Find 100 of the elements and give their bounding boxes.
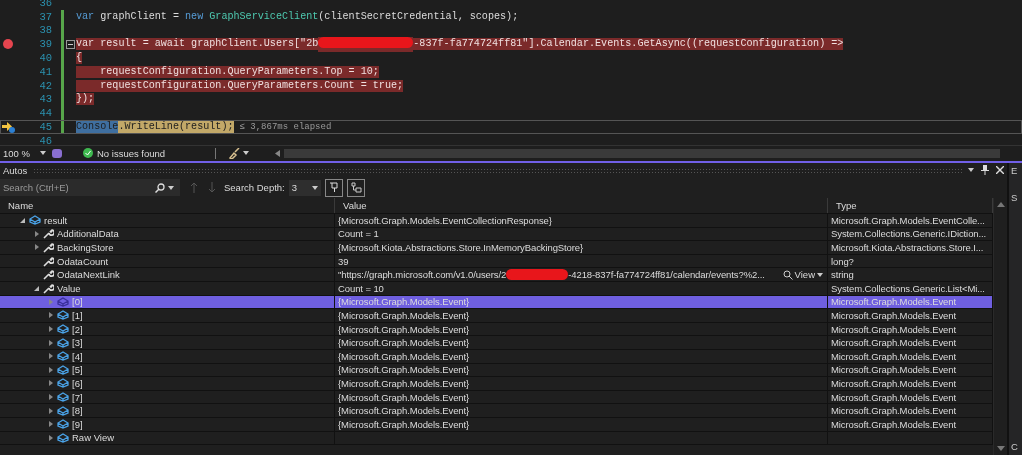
search-field[interactable]: Search (Ctrl+E) [3,182,152,193]
expand-arrow-icon[interactable] [48,380,54,387]
variable-name: [9] [72,418,83,430]
collapse-icon[interactable] [65,39,75,49]
expand-arrow-icon[interactable] [48,407,54,414]
depth-dropdown[interactable]: 3 [288,179,321,196]
issues-status[interactable]: No issues found [97,147,166,159]
value-cell: {Microsoft.Graph.Models.Event} [335,349,828,363]
wrench-icon [43,269,54,281]
caret-icon [40,151,46,155]
column-header[interactable]: Name [0,198,335,213]
scroll-left-icon[interactable] [275,149,281,157]
object-icon [29,215,41,226]
panel-label: C [1011,441,1019,452]
value-cell: {Microsoft.Graph.Models.Event} [335,390,828,404]
variable-name: [5] [72,364,83,376]
code-text: }); [76,93,95,106]
object-icon [57,419,69,430]
variable-name: AdditionalData [57,228,119,240]
redaction-mark [506,269,569,281]
code-text: requestConfiguration.QueryParameters.Count = true; [76,79,404,92]
variable-row[interactable]: [3] {Microsoft.Graph.Models.Event} Microsoft.Graph.Models.Event [0,336,993,350]
variable-row[interactable]: [8] {Microsoft.Graph.Models.Event} Microsoft.Graph.Models.Event [0,404,993,418]
variable-name: Raw View [72,432,115,444]
line-number: 43 [38,93,52,106]
line-number: 38 [38,24,52,37]
collapse-arrow-icon[interactable] [34,285,40,292]
pin-icon[interactable] [981,165,989,175]
expand-arrow-icon[interactable] [48,312,54,319]
object-icon [57,405,69,416]
scrollbar[interactable] [284,148,1000,158]
value-cell: Count = 1 [335,227,828,241]
variable-name: [2] [72,323,83,335]
line-number: 40 [38,52,52,65]
object-icon [57,378,69,389]
value-cell: {Microsoft.Graph.Models.Event} [335,309,828,322]
scrollbar[interactable] [993,198,1007,455]
caret-icon [168,185,174,190]
breakpoint-icon[interactable] [3,39,13,50]
value-cell: "https://graph.microsoft.com/v1.0/users/2 -4218-837f-fa774724ff81/calendar/events?%2... View [335,268,828,281]
expand-arrow-icon[interactable] [34,244,40,251]
object-icon [57,351,69,362]
line-number: 45 [38,121,52,134]
column-header[interactable]: Value [335,198,828,213]
code-text: (clientSecretCredential, scopes); [318,10,519,23]
code-text: { [76,52,83,65]
variable-row[interactable]: [6] {Microsoft.Graph.Models.Event} Microsoft.Graph.Models.Event [0,377,993,391]
variable-name: [3] [72,337,83,349]
value-cell: {Microsoft.Graph.Models.Event} [335,295,828,309]
variable-name: result [44,214,68,226]
value-cell: 39 [335,254,828,268]
search-icon[interactable] [155,182,165,193]
code-text: -837f-fa774724ff81"].Calendar.Events.GetAsync((requestConfiguration) => [413,38,844,51]
close-icon[interactable] [996,166,1004,174]
expand-arrow-icon[interactable] [48,353,54,360]
line-number: 41 [38,65,52,78]
zoom-level[interactable]: 100 % [0,147,40,159]
caret-icon [243,151,250,155]
expand-arrow-icon[interactable] [48,394,54,400]
code-text: var result = await graphClient.Users["2b [76,38,319,51]
variable-name: OdataCount [57,255,109,267]
value-cell: {Microsoft.Graph.Models.Event} [335,377,828,390]
variable-row[interactable]: BackingStore {Microsoft.Kiota.Abstractions.Store.InMemoryBackingStore} Microsoft.Kiota.Abstractions.Store.I... [0,241,993,255]
object-icon [57,432,69,443]
scroll-up-icon[interactable] [996,202,1005,207]
scroll-down-icon[interactable] [996,446,1005,451]
variable-name: BackingStore [57,242,114,253]
expand-arrow-icon[interactable] [48,366,54,373]
expand-arrow-icon[interactable] [48,421,54,428]
object-icon [57,324,69,335]
code-text: Console [76,121,119,134]
wrench-icon [43,282,54,294]
pin-icon [328,182,339,193]
variable-row[interactable]: OdataNextLink "https://graph.microsoft.com/v1.0/users/2 -4218-837f-fa774724ff81/calendar/events?%2... View string [0,268,993,282]
caret-icon [311,185,318,190]
brush-icon[interactable] [228,147,241,159]
expand-arrow-icon[interactable] [34,230,40,237]
search-icon [782,269,793,280]
code-text: .WriteLine(result); [118,121,234,134]
value-cell: {Microsoft.Graph.Models.EventCollectionResponse} [335,214,828,227]
pin-column-button[interactable] [324,178,343,197]
code-text: new [185,10,205,23]
search-box[interactable]: Search (Ctrl+E) [0,179,180,196]
expand-arrow-icon[interactable] [48,339,54,346]
value-cell: {Microsoft.Kiota.Abstractions.Store.InMemoryBackingStore} [335,241,828,254]
variable-row[interactable]: [1] {Microsoft.Graph.Models.Event} Microsoft.Graph.Models.Event [0,309,993,323]
expand-arrow-icon[interactable] [48,326,54,333]
variable-name: [7] [72,391,83,403]
wrench-icon [43,242,54,253]
object-icon [57,337,69,348]
tree-icon [349,182,362,193]
line-number: 42 [38,79,52,92]
object-icon [57,310,69,321]
expand-arrow-icon[interactable] [48,434,54,441]
view-button[interactable]: View [782,269,823,281]
variable-row[interactable]: result {Microsoft.Graph.Models.EventCollectionResponse} Microsoft.Graph.Models.EventColle... [0,214,993,228]
object-icon [57,296,69,307]
value-cell: Count = 10 [335,281,828,295]
variable-name: [6] [72,377,83,389]
collapse-arrow-icon[interactable] [20,217,26,224]
